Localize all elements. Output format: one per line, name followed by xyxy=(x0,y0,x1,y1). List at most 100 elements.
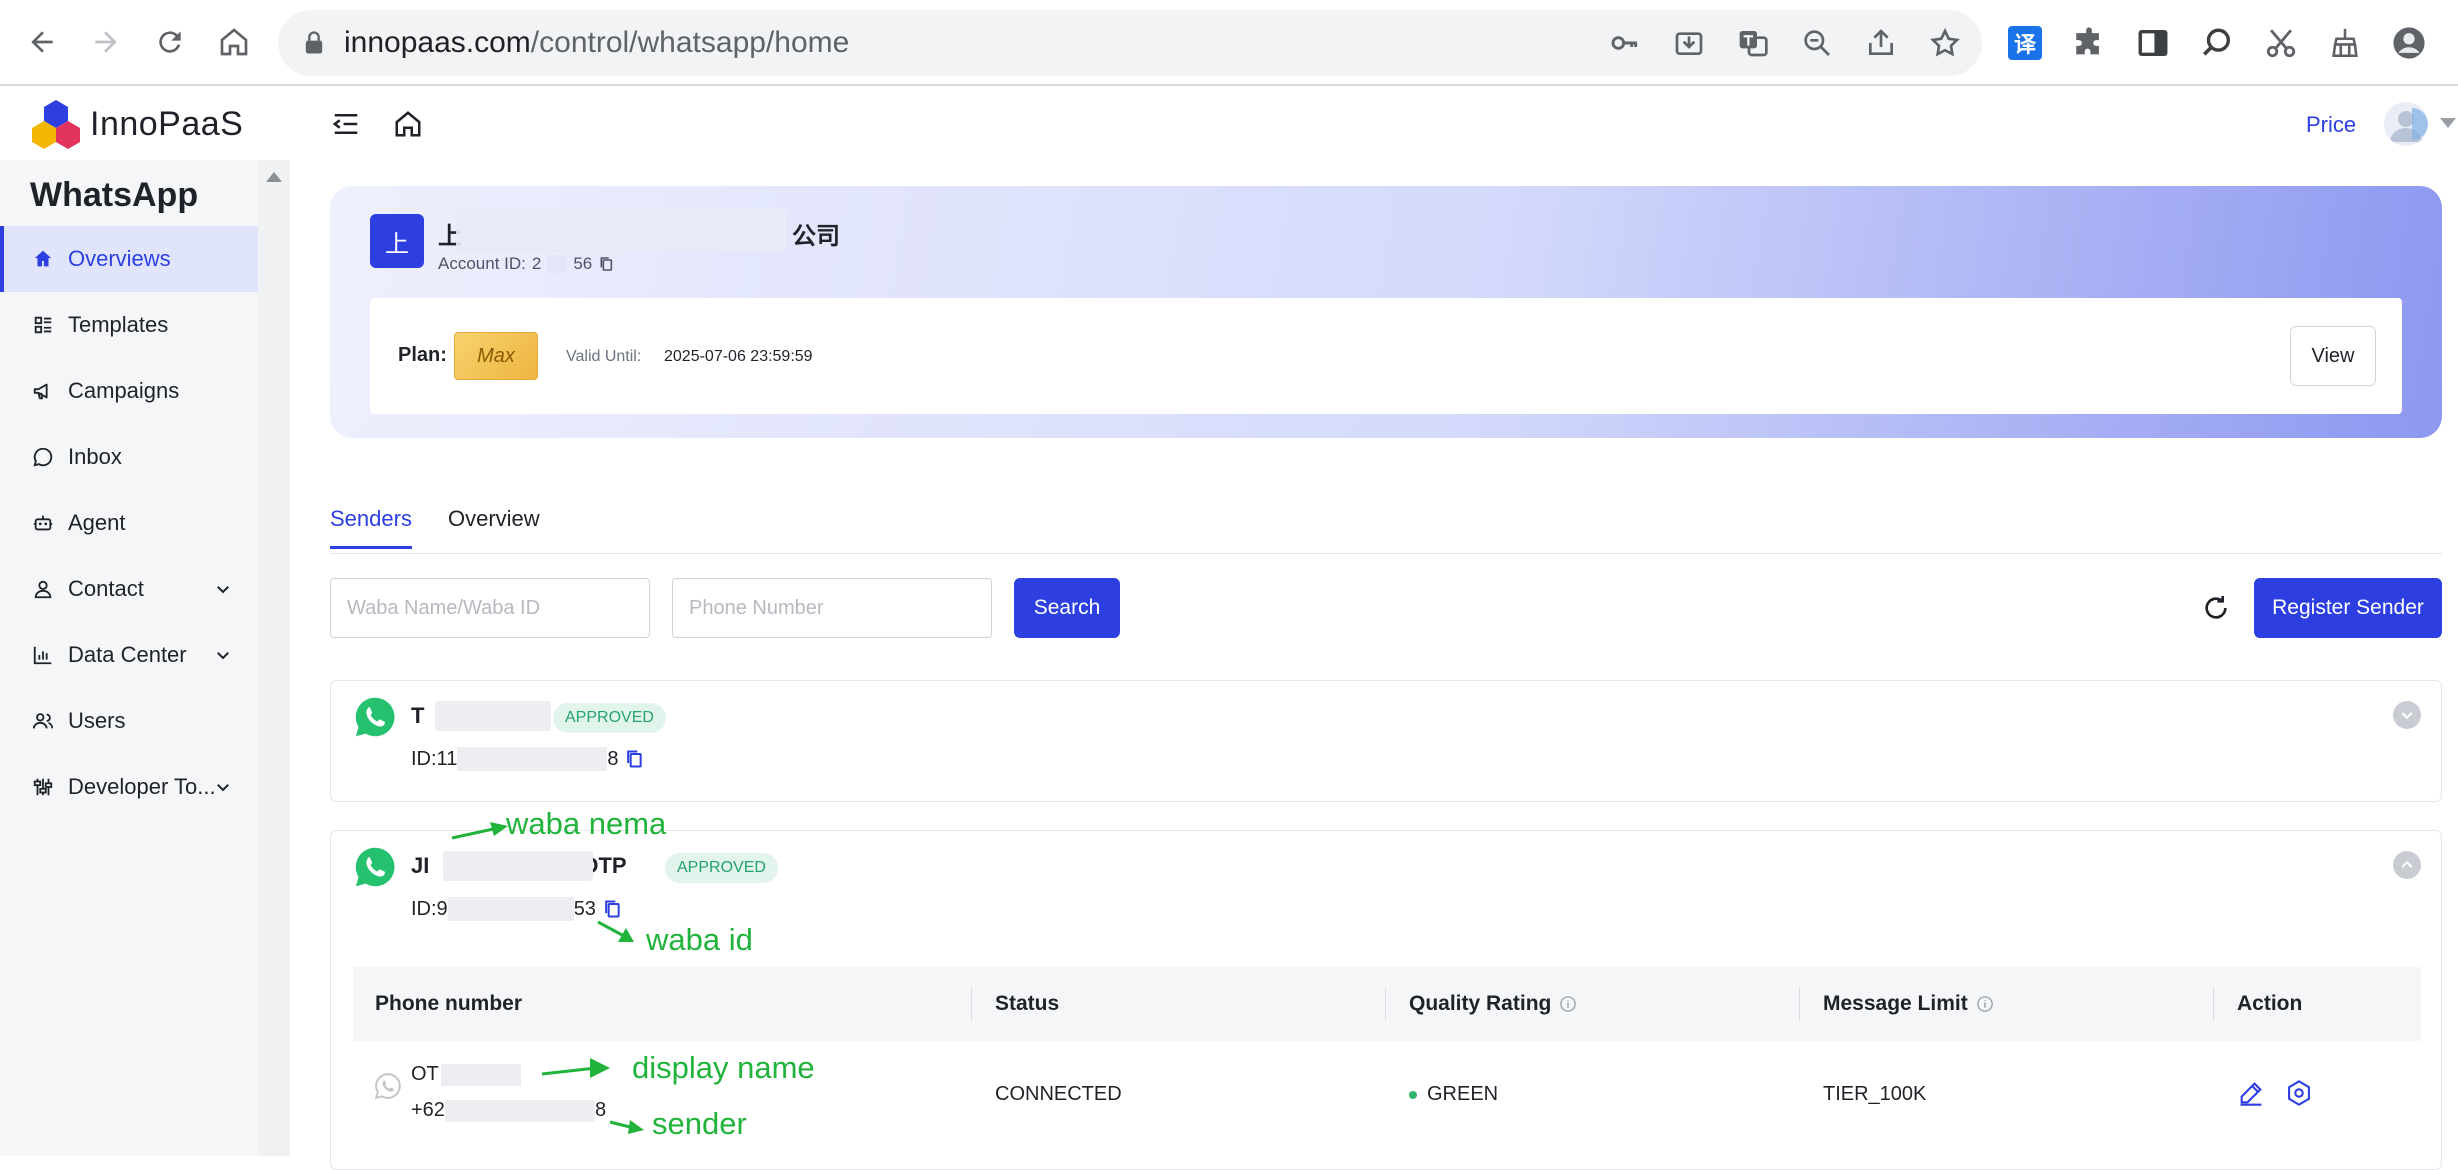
chat-icon xyxy=(30,444,56,470)
settings-gear-icon[interactable] xyxy=(2285,1079,2313,1107)
app-header: InnoPaaS Price xyxy=(0,88,2458,160)
chevron-down-icon xyxy=(2401,712,2413,720)
quality-rating: GREEN xyxy=(1409,1083,1498,1106)
profile-icon[interactable] xyxy=(2390,24,2428,62)
puzzle-icon[interactable] xyxy=(2070,24,2108,62)
broom-icon[interactable] xyxy=(2326,24,2364,62)
translate-icon[interactable] xyxy=(1736,26,1770,60)
waba-search-input[interactable] xyxy=(330,578,650,638)
tab-senders[interactable]: Senders xyxy=(330,506,412,549)
sidebar-title: WhatsApp xyxy=(30,176,199,214)
tools-icon xyxy=(30,774,56,800)
sidebar-item-label: Overviews xyxy=(68,246,171,271)
lock-icon xyxy=(305,31,323,54)
edit-icon[interactable] xyxy=(2237,1079,2265,1107)
sidebar-item-label: Contact xyxy=(68,576,144,601)
sender-waba-id: ID:11 8 xyxy=(411,747,644,771)
collapse-menu-icon[interactable] xyxy=(326,104,366,144)
sidebar-item-label: Inbox xyxy=(68,444,122,469)
key-icon[interactable] xyxy=(1608,26,1642,60)
scissors-icon[interactable] xyxy=(2262,24,2300,62)
register-sender-button[interactable]: Register Sender xyxy=(2254,578,2442,638)
chart-icon xyxy=(30,642,56,668)
plan-badge: Max xyxy=(454,332,538,380)
redaction-mask xyxy=(443,851,593,881)
info-icon[interactable] xyxy=(1559,995,1577,1013)
connection-status: CONNECTED xyxy=(995,1083,1122,1105)
annotation-arrow-icon xyxy=(597,920,634,942)
annotation-sender: sender xyxy=(652,1106,747,1141)
account-id: Account ID: 2 56 xyxy=(438,254,614,274)
home-icon xyxy=(30,246,56,272)
address-bar[interactable]: innopaas.com/control/whatsapp/home xyxy=(278,10,1982,76)
avatar[interactable] xyxy=(2384,102,2428,146)
sidebar-item-agent[interactable]: Agent xyxy=(0,490,258,556)
install-icon[interactable] xyxy=(1672,26,1706,60)
innopaas-logo-icon xyxy=(32,100,80,149)
browser-toolbar: innopaas.com/control/whatsapp/home 译 xyxy=(0,0,2458,86)
sidebar-item-label: Agent xyxy=(68,510,126,535)
translator-extension-icon[interactable]: 译 xyxy=(2006,24,2044,62)
copy-icon[interactable] xyxy=(624,748,644,770)
chevron-down-icon xyxy=(217,652,229,660)
sidebar-scrollbar[interactable] xyxy=(258,160,290,1156)
template-icon xyxy=(30,312,56,338)
info-icon[interactable] xyxy=(1976,995,1994,1013)
sidebar-item-templates[interactable]: Templates xyxy=(0,292,258,358)
scroll-up-arrow-icon[interactable] xyxy=(266,172,282,182)
status-dot-icon xyxy=(1409,1090,1417,1099)
expand-toggle[interactable] xyxy=(2393,701,2421,729)
whatsapp-icon xyxy=(355,697,395,737)
share-icon[interactable] xyxy=(1864,26,1898,60)
column-header-status: Status xyxy=(995,992,1060,1015)
home-icon[interactable] xyxy=(212,20,256,64)
collapse-toggle[interactable] xyxy=(2393,851,2421,879)
account-dropdown-caret-icon[interactable] xyxy=(2440,118,2456,128)
sidebar-item-inbox[interactable]: Inbox xyxy=(0,424,258,490)
whatsapp-outline-icon xyxy=(374,1073,401,1100)
sidebar-item-data-center[interactable]: Data Center xyxy=(0,622,258,688)
sidebar-item-users[interactable]: Users xyxy=(0,688,258,754)
sidebar-item-overviews[interactable]: Overviews xyxy=(0,226,258,292)
copy-icon[interactable] xyxy=(602,898,622,920)
phone-display-name: OT xyxy=(411,1063,521,1086)
robot-icon xyxy=(30,510,56,536)
redaction-mask xyxy=(435,701,551,731)
search-button[interactable]: Search xyxy=(1014,578,1120,638)
bookmark-star-icon[interactable] xyxy=(1928,26,1962,60)
sidebar-item-campaigns[interactable]: Campaigns xyxy=(0,358,258,424)
sidebar-item-label: Developer To... xyxy=(68,774,216,799)
url-text: innopaas.com/control/whatsapp/home xyxy=(344,26,850,59)
home-icon[interactable] xyxy=(388,104,428,144)
chevron-down-icon xyxy=(217,586,229,594)
status-badge: APPROVED xyxy=(553,703,666,733)
valid-until-value: 2025-07-06 23:59:59 xyxy=(664,348,813,365)
chevron-up-icon xyxy=(2401,860,2413,868)
valid-until-label: Valid Until: xyxy=(566,348,642,365)
forward-icon[interactable] xyxy=(84,20,128,64)
price-link[interactable]: Price xyxy=(2306,112,2356,138)
sidebar-item-label: Campaigns xyxy=(68,378,180,403)
zoom-out-icon[interactable] xyxy=(1800,26,1834,60)
view-button[interactable]: View xyxy=(2290,326,2376,386)
sidebar-item-contact[interactable]: Contact xyxy=(0,556,258,622)
column-header-message-limit: Message Limit xyxy=(1801,967,1994,1041)
tab-overview[interactable]: Overview xyxy=(448,506,540,546)
reload-icon[interactable] xyxy=(148,20,192,64)
copy-icon[interactable] xyxy=(598,255,614,273)
annotation-arrow-icon xyxy=(541,1058,610,1078)
phone-number-input[interactable] xyxy=(672,578,992,638)
column-header-quality: Quality Rating xyxy=(1387,967,1577,1041)
column-header-action: Action xyxy=(2237,992,2303,1015)
sidebar-item-developer-tools[interactable]: Developer To... xyxy=(0,754,258,820)
annotation-arrow-icon xyxy=(609,1120,644,1134)
sidepanel-icon[interactable] xyxy=(2134,24,2172,62)
refresh-icon[interactable] xyxy=(2200,592,2232,624)
message-limit: TIER_100K xyxy=(1823,1083,1927,1105)
search-lens-icon[interactable] xyxy=(2198,24,2236,62)
person-icon xyxy=(30,576,56,602)
back-icon[interactable] xyxy=(20,20,64,64)
plan-label: Plan: xyxy=(398,344,447,366)
table-header: Phone number Status Quality Rating Messa… xyxy=(353,967,2421,1041)
innopaas-logo[interactable]: InnoPaaS xyxy=(30,98,243,150)
